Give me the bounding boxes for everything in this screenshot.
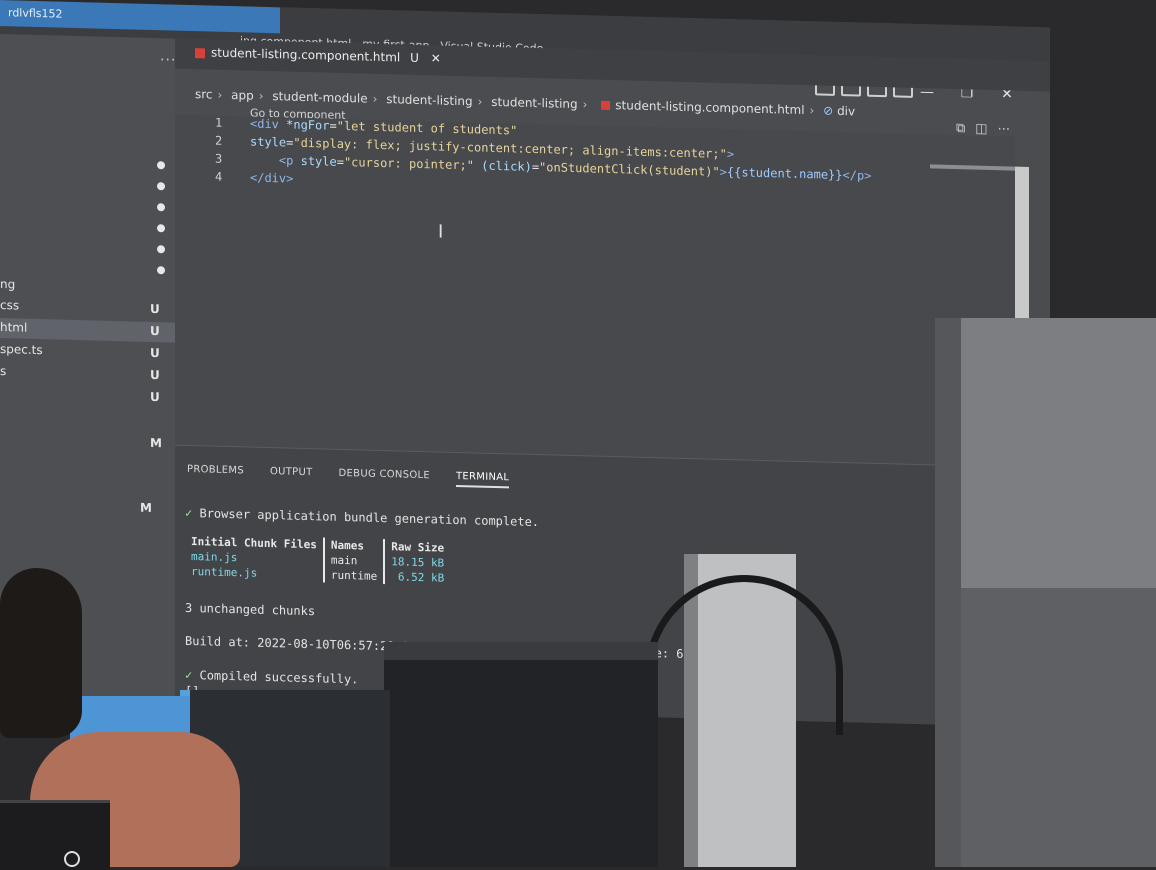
taskbar-strip: rdlvfls152 xyxy=(0,0,280,34)
explorer-item-label: html xyxy=(0,320,28,335)
chunk-name: runtime xyxy=(323,567,385,585)
modified-dot-icon xyxy=(157,203,165,212)
chunk-size: 18.15 kB xyxy=(384,554,451,571)
code-token: </p> xyxy=(842,168,872,183)
git-status-badge: M xyxy=(150,435,162,451)
breadcrumb-item[interactable]: src xyxy=(195,87,213,101)
code-token: "cursor: pointer;" xyxy=(343,155,482,173)
chunk-name: main xyxy=(323,552,385,570)
line-number: 1 xyxy=(215,115,223,130)
code-token: > xyxy=(726,147,735,162)
chevron-right-icon: › xyxy=(809,103,815,118)
table-header: Names xyxy=(323,537,385,555)
breadcrumb-item[interactable]: app xyxy=(231,88,254,103)
terminal-bundle-line: ✓ Browser application bundle generation … xyxy=(185,506,539,529)
terminal-bundle-message: Browser application bundle generation co… xyxy=(199,506,540,530)
tab-student-listing-html[interactable]: student-listing.component.html U ✕ xyxy=(195,45,441,66)
explorer-item-label: spec.ts xyxy=(0,342,43,358)
code-text: <div *ngFor="let student of students" xyxy=(250,117,517,138)
code-editor[interactable]: 1 <div *ngFor="let student of students" 2 s… xyxy=(175,114,1015,467)
git-status-badge: U xyxy=(150,389,160,405)
tab-debug-console[interactable]: DEBUG CONSOLE xyxy=(339,468,430,486)
chunk-size: 6.52 kB xyxy=(384,569,451,586)
code-token: <div xyxy=(250,116,287,132)
code-lines: 1 <div *ngFor="let student of students" 2 s… xyxy=(175,115,1015,186)
modified-dot-icon xyxy=(157,245,165,254)
code-token: (click) xyxy=(481,158,532,174)
check-icon: ✓ xyxy=(185,505,193,521)
table-header: Raw Size xyxy=(384,539,451,556)
open-changes-icon[interactable]: ⧉ xyxy=(956,121,965,136)
line-number: 4 xyxy=(215,169,223,184)
breadcrumb-item[interactable]: student-listing xyxy=(386,92,472,108)
html-file-icon xyxy=(195,47,205,58)
partition-edge xyxy=(935,318,961,867)
chunk-file: runtime.js xyxy=(191,565,258,580)
modified-dot-icon xyxy=(157,266,165,275)
git-status-badge: U xyxy=(150,323,160,339)
explorer-item-label: ng xyxy=(0,277,16,292)
explorer-item-label: css xyxy=(0,298,20,313)
terminal-unchanged: 3 unchanged chunks xyxy=(185,600,316,619)
tab-label: student-listing.component.html xyxy=(211,45,401,65)
tab-close-icon[interactable]: ✕ xyxy=(431,51,441,65)
tab-problems[interactable]: PROBLEMS xyxy=(187,464,244,481)
html-file-icon xyxy=(601,100,611,110)
git-status-badge: M xyxy=(140,500,152,515)
modified-dot-icon xyxy=(157,182,165,191)
element-symbol-icon: ⊘ xyxy=(823,103,834,118)
code-token: <p xyxy=(278,153,301,168)
code-token: = xyxy=(329,118,337,133)
partition-shadow xyxy=(961,588,1156,867)
check-icon: ✓ xyxy=(185,667,193,683)
code-token: {{student.name}} xyxy=(726,165,843,183)
code-token: style xyxy=(300,153,337,169)
camera-icon xyxy=(64,851,80,867)
split-editor-icon[interactable]: ◫ xyxy=(975,122,987,137)
taskbar-text: rdlvfls152 xyxy=(8,6,63,21)
code-token: = xyxy=(531,159,540,175)
chevron-right-icon: › xyxy=(582,97,588,112)
code-token: = xyxy=(336,154,344,170)
tab-status: U xyxy=(410,50,419,65)
tab-terminal[interactable]: TERMINAL xyxy=(456,470,510,489)
modified-dot-icon xyxy=(157,224,165,233)
tab-output[interactable]: OUTPUT xyxy=(270,466,313,483)
code-token: style xyxy=(250,134,287,150)
person-head xyxy=(0,568,82,738)
breadcrumb-item[interactable]: student-listing xyxy=(491,95,577,111)
chevron-right-icon: › xyxy=(372,91,378,106)
line-number: 2 xyxy=(215,133,223,148)
breadcrumb-item[interactable]: student-module xyxy=(272,89,367,105)
panel-tabs: PROBLEMS OUTPUT DEBUG CONSOLE TERMINAL xyxy=(187,464,510,489)
git-status-badge: U xyxy=(150,301,160,317)
breadcrumb-item[interactable]: div xyxy=(837,104,855,118)
git-status-badge: U xyxy=(150,345,160,361)
text-cursor-icon: I xyxy=(438,221,444,243)
code-token: *ngFor xyxy=(286,117,330,133)
code-token: </div> xyxy=(250,170,294,186)
cubicle-partition xyxy=(935,318,1156,867)
terminal-compiled-line: ✓ Compiled successfully. xyxy=(185,668,358,687)
monitor-back xyxy=(384,642,658,867)
chevron-right-icon: › xyxy=(258,88,264,103)
chevron-right-icon: › xyxy=(477,94,483,109)
line-number: 3 xyxy=(215,151,223,166)
code-token: > xyxy=(719,164,727,180)
monitor-lip xyxy=(384,642,658,660)
phone xyxy=(0,800,110,870)
chunk-table: Initial Chunk Files Names Raw Size main.… xyxy=(185,534,451,586)
modified-dot-icon xyxy=(157,161,165,170)
breadcrumb-item[interactable]: student-listing.component.html xyxy=(615,98,804,117)
more-actions-icon[interactable]: ··· xyxy=(160,52,176,68)
code-token: "let student of students" xyxy=(336,118,518,138)
chevron-right-icon: › xyxy=(217,87,223,102)
code-text: </div> xyxy=(250,171,293,186)
more-actions-icon[interactable]: ··· xyxy=(998,122,1010,137)
git-status-badge: U xyxy=(150,367,160,383)
terminal-compiled-message: Compiled successfully. xyxy=(199,668,359,687)
explorer-item-label: s xyxy=(0,364,7,379)
projected-screen: rdlvfls152 ing.component.html - my-first… xyxy=(0,0,1050,728)
